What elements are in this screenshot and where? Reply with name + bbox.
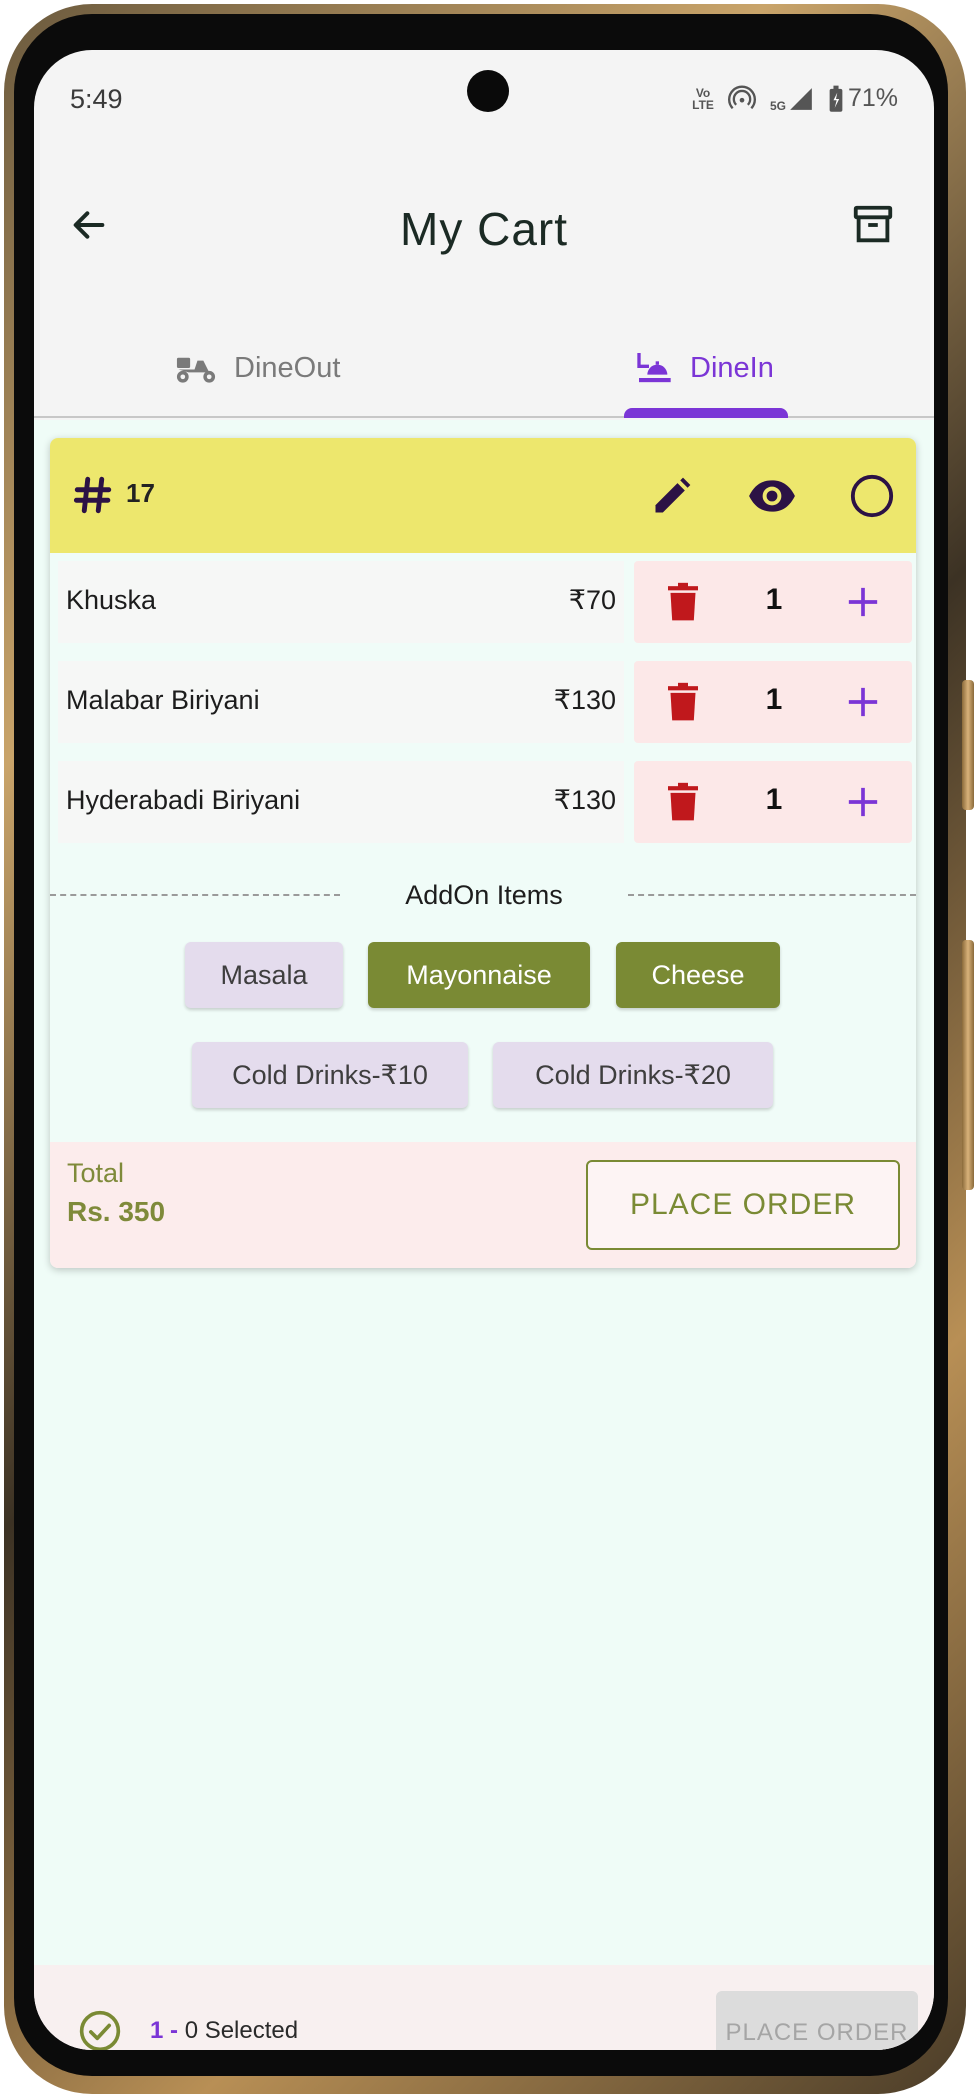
selection-summary: 1 - 0 Selected [150,2017,298,2045]
increase-quantity-button[interactable] [840,679,886,725]
dining-icon [637,353,671,383]
addon-section-divider: AddOn Items [50,876,916,916]
view-button[interactable] [744,468,800,524]
quantity-stepper: 1 [634,561,912,643]
order-card: 17 Khuska ₹70 1 Malabar Biriyani ₹130 1 … [50,438,916,1268]
front-camera [467,70,509,112]
delete-item-button[interactable] [660,779,706,825]
trash-icon [668,682,698,721]
addon-chip-masala[interactable]: Masala [185,942,343,1008]
signal-icon: 5G [770,86,814,112]
item-quantity: 1 [765,683,783,716]
volume-button [962,680,974,810]
selection-count: 1 - [150,2017,185,2044]
increase-quantity-button[interactable] [840,779,886,825]
quantity-stepper: 1 [634,761,912,843]
tab-dinein[interactable]: DineIn [634,318,774,418]
item-quantity: 1 [765,783,783,816]
status-bar: 5:49 Vo LTE 5G 71% [34,50,934,150]
order-card-header: 17 [50,438,916,553]
cart-item-info: Hyderabadi Biriyani ₹130 [58,761,624,843]
app-bar: My Cart [34,180,934,270]
pencil-icon [655,477,691,513]
trash-icon [668,782,698,821]
edit-button[interactable] [644,468,700,524]
battery-indicator: 71% [828,84,898,113]
tab-dineout-label: DineOut [234,351,341,384]
total-amount: Rs. 350 [67,1196,166,1227]
plus-icon [848,687,878,717]
status-icons: Vo LTE 5G 71% [692,84,898,113]
table-number: 17 [126,478,155,508]
cart-item-row: Khuska ₹70 1 [58,561,912,643]
page-title: My Cart [400,203,568,255]
active-tab-indicator [624,408,788,418]
addon-chip-cold-drinks-20[interactable]: Cold Drinks-₹20 [493,1042,773,1108]
trash-icon [668,582,698,621]
item-name: Malabar Biriyani [66,685,260,715]
status-time: 5:49 [70,84,123,114]
item-price: ₹130 [553,685,616,715]
item-price: ₹130 [553,785,616,815]
delete-item-button[interactable] [660,679,706,725]
item-name: Hyderabadi Biriyani [66,785,301,815]
check-circle-icon[interactable] [78,2009,122,2050]
plus-icon [848,787,878,817]
item-price: ₹70 [568,585,616,615]
scooter-icon [176,357,216,383]
power-button [962,940,974,1190]
item-quantity: 1 [765,583,783,616]
addon-chip-cheese[interactable]: Cheese [616,942,780,1008]
selection-label: 0 Selected [184,2017,299,2044]
increase-quantity-button[interactable] [840,579,886,625]
hotspot-icon [727,85,756,109]
battery-percent: 71% [847,84,898,112]
volte-icon: Vo LTE [692,85,714,112]
order-total-bar: Total Rs. 350 PLACE ORDER [50,1142,916,1268]
cart-item-info: Malabar Biriyani ₹130 [58,661,624,743]
tab-bar: DineOut DineIn [34,318,934,418]
bottom-action-bar: 1 - 0 Selected PLACE ORDER [34,1965,934,2050]
cart-item-row: Malabar Biriyani ₹130 1 [58,661,912,743]
addon-section-title: AddOn Items [405,880,563,910]
tab-dinein-label: DineIn [690,351,774,384]
screen: 5:49 Vo LTE 5G 71% My Cart DineOut DineI… [34,50,934,2050]
divider-line [628,894,916,896]
battery-icon [829,85,843,112]
total-label: Total [67,1158,125,1188]
cart-item-row: Hyderabadi Biriyani ₹130 1 [58,761,912,843]
hash-icon [73,476,112,514]
divider-line [50,894,340,896]
archive-icon [853,205,893,243]
cart-content: 17 Khuska ₹70 1 Malabar Biriyani ₹130 1 … [34,420,934,1965]
eye-icon [749,480,795,512]
select-order-toggle[interactable] [844,468,900,524]
quantity-stepper: 1 [634,661,912,743]
delete-item-button[interactable] [660,579,706,625]
addon-chip-cold-drinks-10[interactable]: Cold Drinks-₹10 [192,1042,468,1108]
network-label: 5G [769,98,786,113]
bulk-place-order-button[interactable]: PLACE ORDER [716,1991,918,2050]
place-order-button[interactable]: PLACE ORDER [586,1160,900,1250]
addon-chip-mayonnaise[interactable]: Mayonnaise [368,942,590,1008]
tab-dineout[interactable]: DineOut [174,318,340,418]
plus-icon [848,587,878,617]
radio-unchecked-icon [850,474,894,518]
item-name: Khuska [66,585,157,615]
archive-button[interactable] [846,198,900,252]
cart-item-info: Khuska ₹70 [58,561,624,643]
